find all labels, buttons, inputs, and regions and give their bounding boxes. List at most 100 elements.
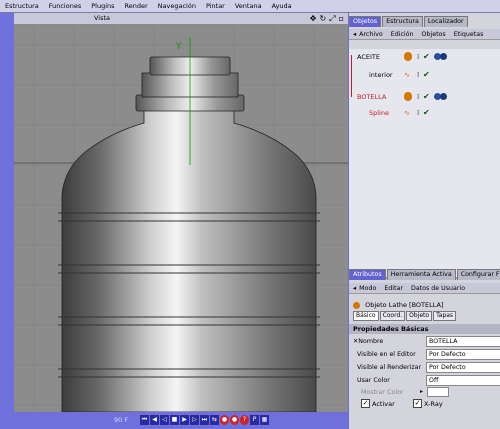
menu-datos-usuario[interactable]: Datos de Usuario (411, 285, 473, 292)
frame-counter: 90 F (114, 416, 129, 424)
usar-color-select[interactable]: Off (426, 375, 500, 386)
viewport-3d[interactable]: Y (14, 25, 348, 412)
autokey-icon[interactable]: ● (230, 415, 239, 425)
visibility-dots-icon[interactable]: ⁞ (417, 71, 419, 79)
subtab-objeto[interactable]: Objeto (406, 311, 433, 321)
list-item[interactable]: Spline ∿ ⁞ ✔ (349, 107, 500, 119)
object-title: Objeto Lathe [BOTELLA] (365, 301, 444, 309)
menu-funciones[interactable]: Funciones (44, 2, 86, 10)
tab-atributos[interactable]: Atributos (349, 269, 386, 280)
stop-icon[interactable]: ■ (170, 415, 179, 425)
attributes-tabs: Atributos Herramienta Activa Configurar … (349, 269, 500, 280)
visibility-dots-icon[interactable]: ⁞ (417, 109, 419, 117)
menu-ventana[interactable]: Ventana (230, 2, 267, 10)
move-view-icon[interactable]: ✥ (310, 13, 317, 24)
tab-configurar[interactable]: Configurar F (456, 269, 500, 280)
zoom-view-icon[interactable]: ⤢ (329, 13, 335, 24)
play-icon[interactable]: ▶ (180, 415, 189, 425)
enabled-check-icon[interactable]: ✔ (423, 92, 430, 101)
field-label: Visible al Renderizar (357, 364, 422, 371)
viewport-nav-icons: ✥ ↻ ⤢ ▫ (310, 13, 344, 24)
field-visible-render: Visible al Renderizar Por Defecto (349, 362, 500, 373)
color-swatch[interactable] (427, 387, 449, 397)
color-arrow-icon[interactable]: ▸ (420, 388, 423, 395)
object-name: interior (369, 71, 393, 79)
attributes-toolbar: ◂ Modo Editar Datos de Usuario (349, 283, 500, 294)
menu-pintar[interactable]: Pintar (201, 2, 230, 10)
menu-objetos[interactable]: Objetos (422, 31, 454, 38)
name-input[interactable]: BOTELLA (426, 336, 500, 347)
material-tag-icon[interactable] (440, 53, 447, 60)
prev-key-icon[interactable]: ◀ (150, 415, 159, 425)
object-manager-tabs: Objetos Estructura Localizador (349, 16, 500, 27)
menu-editar[interactable]: Editar (384, 285, 411, 292)
lathe-icon (404, 52, 412, 61)
loop-icon[interactable]: ⇆ (210, 415, 219, 425)
prev-frame-icon[interactable]: ◁ (160, 415, 169, 425)
enabled-check-icon[interactable]: ✔ (423, 52, 430, 61)
go-start-icon[interactable]: ⏮ (140, 415, 149, 425)
spline-icon: ∿ (404, 71, 410, 79)
visible-render-select[interactable]: Por Defecto (426, 362, 500, 373)
field-nombre: ✕Nombre BOTELLA (349, 336, 500, 347)
help-icon[interactable]: ? (240, 415, 249, 425)
menu-modo[interactable]: Modo (359, 285, 384, 292)
menu-edicion[interactable]: Edición (391, 31, 422, 38)
list-item[interactable]: BOTELLA ⁞ ✔ (349, 91, 500, 103)
attributes-object-title: Objeto Lathe [BOTELLA] (349, 299, 500, 311)
lathe-icon (353, 301, 360, 309)
lathe-icon (404, 92, 412, 101)
axis-y-label: Y (175, 42, 182, 52)
view-menu[interactable]: Vista (94, 14, 110, 22)
visible-editor-select[interactable]: Por Defecto (426, 349, 500, 360)
xray-checkbox[interactable]: ✓ (413, 399, 422, 408)
subtab-coord[interactable]: Coord. (379, 311, 406, 321)
tab-herramienta-activa[interactable]: Herramienta Activa (386, 269, 456, 280)
go-end-icon[interactable]: ⏭ (200, 415, 209, 425)
enabled-check-icon[interactable]: ✔ (423, 108, 430, 117)
right-panel: Objetos Estructura Localizador ◂ Archivo… (349, 13, 500, 429)
menu-estructura[interactable]: Estructura (0, 2, 44, 10)
maximize-view-icon[interactable]: ▫ (339, 13, 344, 24)
subtab-basico[interactable]: Básico (353, 311, 379, 321)
visibility-dots-icon[interactable]: ⁞ (417, 93, 419, 101)
record-icon[interactable]: ● (220, 415, 229, 425)
menu-etiquetas[interactable]: Etiquetas (454, 31, 492, 38)
visibility-dots-icon[interactable]: ⁞ (417, 53, 419, 61)
enabled-check-icon[interactable]: ✔ (423, 70, 430, 79)
toolbar-arrow-icon[interactable]: ◂ (349, 31, 359, 38)
attributes-subtabs: Básico Coord. Objeto Tapas (353, 311, 457, 321)
tab-estructura[interactable]: Estructura (382, 16, 423, 27)
list-item[interactable]: interior ∿ ⁞ ✔ (349, 69, 500, 81)
menu-navegacion[interactable]: Navegación (153, 2, 201, 10)
list-item[interactable]: ACEITE ⁞ ✔ (349, 51, 500, 63)
key-icon[interactable]: P (250, 415, 259, 425)
field-label: Usar Color (357, 377, 390, 384)
menu-plugins[interactable]: Plugins (86, 2, 119, 10)
field-usar-color: Usar Color Off (349, 375, 500, 386)
xray-label: X-Ray (424, 400, 443, 408)
activar-checkbox[interactable]: ✓ (361, 399, 370, 408)
viewport-toolbar: Vista ✥ ↻ ⤢ ▫ (14, 13, 348, 25)
field-label: Mostrar Color (361, 389, 404, 396)
grid-icon[interactable]: ▦ (260, 415, 269, 425)
menu-ayuda[interactable]: Ayuda (267, 2, 297, 10)
tab-localizador[interactable]: Localizador (423, 16, 468, 27)
rotate-view-icon[interactable]: ↻ (319, 13, 326, 24)
field-mostrar-color: Mostrar Color ▸ (349, 387, 500, 398)
object-name: ACEITE (357, 53, 380, 61)
tab-objetos[interactable]: Objetos (349, 16, 382, 27)
material-tag-icon[interactable] (440, 93, 447, 100)
activar-label: Activar (372, 400, 395, 408)
menu-render[interactable]: Render (120, 2, 153, 10)
subtab-tapas[interactable]: Tapas (433, 311, 457, 321)
object-manager-toolbar: ◂ Archivo Edición Objetos Etiquetas (349, 29, 500, 40)
left-toolbar-strip (0, 13, 14, 429)
object-name: Spline (369, 109, 389, 117)
menu-bar: Estructura Funciones Plugins Render Nave… (0, 0, 500, 13)
field-label: Visible en el Editor (357, 351, 416, 358)
object-list: ACEITE ⁞ ✔ interior ∿ ⁞ ✔ BOTELLA ⁞ ✔ Sp… (349, 49, 500, 277)
toolbar-arrow-icon[interactable]: ◂ (349, 285, 359, 292)
menu-archivo[interactable]: Archivo (359, 31, 391, 38)
next-frame-icon[interactable]: ▷ (190, 415, 199, 425)
